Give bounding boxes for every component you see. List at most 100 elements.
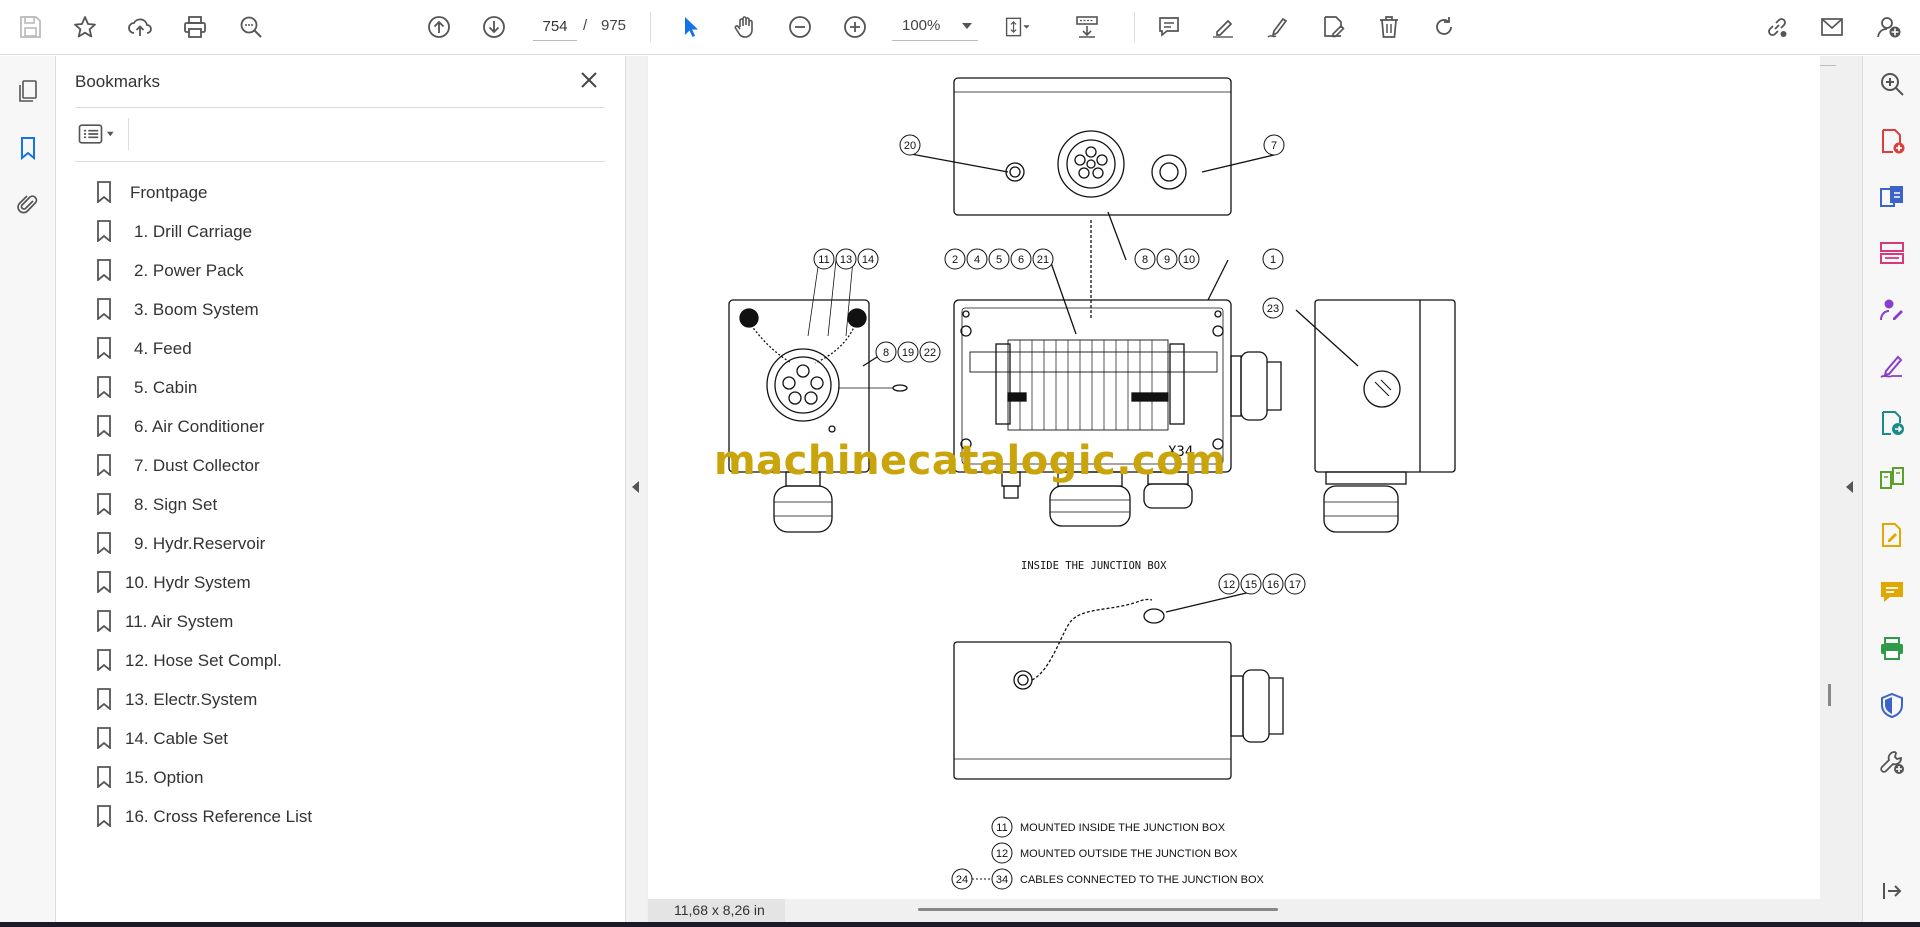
bookmark-item[interactable]: 15. Option	[56, 756, 626, 795]
comment-tool-icon[interactable]	[1875, 575, 1909, 609]
left-navigation-rail	[0, 56, 56, 922]
bookmarks-panel: Bookmarks Frontpage 1. Drill Carriage 2.…	[56, 56, 626, 922]
callout-number: 9	[1164, 254, 1170, 266]
page-thumbnails-icon[interactable]	[11, 74, 45, 108]
fill-sign-icon[interactable]	[1875, 349, 1909, 383]
callout-number: 1	[1270, 254, 1276, 266]
redo-icon[interactable]	[1427, 10, 1461, 44]
bookmark-label: Frontpage	[130, 183, 208, 202]
share-link-icon[interactable]	[1760, 10, 1794, 44]
callout-number: 15	[1245, 579, 1257, 591]
callout-number: 19	[902, 347, 914, 359]
more-tools-icon[interactable]	[1875, 745, 1909, 779]
collapse-left-panel-button[interactable]	[626, 56, 646, 922]
bookmark-label: 13. Electr.System	[125, 690, 258, 709]
send-for-review-icon[interactable]	[1875, 406, 1909, 440]
next-page-icon[interactable]	[477, 10, 511, 44]
zoom-in-icon[interactable]	[838, 10, 872, 44]
create-pdf-icon[interactable]	[1875, 124, 1909, 158]
edit-pdf-icon[interactable]	[1875, 518, 1909, 552]
bookmark-icon	[97, 571, 111, 593]
drawing-legend: 11 12 24 34 MOUNTED INSIDE THE JUNCTION …	[951, 816, 1265, 890]
callout-number: 14	[862, 254, 874, 266]
zoom-level-value: 100%	[902, 17, 941, 34]
request-signature-icon[interactable]	[1875, 293, 1909, 327]
zoom-magnifier-icon[interactable]	[1875, 67, 1909, 101]
legend-number: 11	[996, 822, 1007, 834]
callout-number: 2	[952, 254, 958, 266]
panel-divider	[75, 161, 605, 162]
bookmark-item[interactable]: 4. Feed	[56, 327, 626, 366]
bookmark-label: 15. Option	[125, 768, 204, 787]
trash-icon[interactable]	[1372, 10, 1406, 44]
bookmark-item[interactable]: 10. Hydr System	[56, 561, 626, 600]
zoom-level-dropdown[interactable]: 100%	[892, 13, 978, 41]
zoom-search-icon[interactable]	[234, 10, 268, 44]
bookmark-label: 5. Cabin	[134, 378, 198, 397]
panel-divider	[128, 118, 129, 150]
account-icon[interactable]	[1872, 10, 1906, 44]
bookmark-icon	[97, 493, 111, 515]
toolbar-divider	[650, 12, 651, 42]
star-icon[interactable]	[68, 10, 102, 44]
bookmark-item[interactable]: Frontpage	[56, 171, 626, 210]
save-icon[interactable]	[13, 10, 47, 44]
print-icon[interactable]	[178, 10, 212, 44]
callout-number: 17	[1289, 579, 1301, 591]
scroll-mode-icon[interactable]	[1070, 10, 1104, 44]
horizontal-scrollbar[interactable]	[918, 908, 1278, 911]
collapse-tools-icon[interactable]	[1875, 874, 1909, 908]
edit-document-icon[interactable]	[1316, 10, 1350, 44]
page-fit-icon[interactable]	[1000, 10, 1034, 44]
close-icon[interactable]	[576, 68, 602, 94]
callout-number: 5	[996, 254, 1002, 266]
bookmark-item[interactable]: 12. Hose Set Compl.	[56, 639, 626, 678]
protect-shield-icon[interactable]	[1875, 688, 1909, 722]
bookmark-item[interactable]: 8. Sign Set	[56, 483, 626, 522]
export-pdf-icon[interactable]	[1875, 180, 1909, 214]
bookmark-item[interactable]: 9. Hydr.Reservoir	[56, 522, 626, 561]
bookmark-item[interactable]: 7. Dust Collector	[56, 444, 626, 483]
bookmark-item[interactable]: 3. Boom System	[56, 288, 626, 327]
sign-pen-icon[interactable]	[1261, 10, 1295, 44]
print-production-icon[interactable]	[1875, 632, 1909, 666]
zoom-out-icon[interactable]	[783, 10, 817, 44]
upload-cloud-icon[interactable]	[123, 10, 157, 44]
page-number-input[interactable]	[533, 13, 577, 41]
right-tools-rail	[1862, 56, 1920, 922]
bookmark-icon	[97, 454, 111, 476]
comment-icon[interactable]	[1152, 10, 1186, 44]
legend-text: CABLES CONNECTED TO THE JUNCTION BOX	[1020, 874, 1265, 886]
vertical-scrollbar-grip[interactable]	[1828, 684, 1831, 706]
pdf-page: 20 7 11 13 14 2 4 5 6 21 8 9 10 1 8 19 2	[648, 56, 1820, 899]
hand-tool-icon[interactable]	[728, 10, 762, 44]
bookmark-label: 2. Power Pack	[134, 261, 244, 280]
callout-number: 8	[883, 347, 889, 359]
callout-number: 22	[924, 347, 936, 359]
organize-pages-icon[interactable]	[1875, 236, 1909, 270]
bookmark-item[interactable]: 6. Air Conditioner	[56, 405, 626, 444]
attachment-icon[interactable]	[11, 187, 45, 221]
select-cursor-icon[interactable]	[674, 10, 708, 44]
bookmark-item[interactable]: 11. Air System	[56, 600, 626, 639]
bookmark-options-button[interactable]	[76, 120, 120, 148]
bookmark-item[interactable]: 14. Cable Set	[56, 717, 626, 756]
bookmark-panel-icon[interactable]	[11, 131, 45, 165]
bookmark-item[interactable]: 13. Electr.System	[56, 678, 626, 717]
bookmark-item[interactable]: 1. Drill Carriage	[56, 210, 626, 249]
highlight-pen-icon[interactable]	[1206, 10, 1240, 44]
callout-number: 4	[974, 254, 980, 266]
bookmark-item[interactable]: 5. Cabin	[56, 366, 626, 405]
collapse-right-panel-button[interactable]	[1838, 56, 1862, 922]
compare-files-icon[interactable]	[1875, 462, 1909, 496]
bookmark-label: 9. Hydr.Reservoir	[134, 534, 266, 553]
callout-number: 13	[840, 254, 852, 266]
bookmark-icon	[97, 805, 111, 827]
previous-page-icon[interactable]	[422, 10, 456, 44]
status-bar: 11,68 x 8,26 in	[648, 899, 1822, 922]
bookmark-item[interactable]: 2. Power Pack	[56, 249, 626, 288]
document-viewer[interactable]: 20 7 11 13 14 2 4 5 6 21 8 9 10 1 8 19 2	[646, 56, 1862, 922]
email-icon[interactable]	[1815, 10, 1849, 44]
window-bottom-edge	[0, 922, 1920, 927]
bookmark-item[interactable]: 16. Cross Reference List	[56, 795, 626, 834]
